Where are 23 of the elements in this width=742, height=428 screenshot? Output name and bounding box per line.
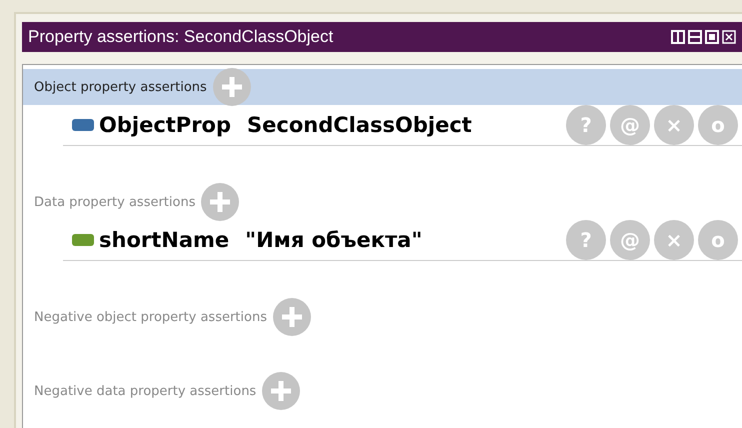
section-header[interactable]: Negative object property assertions — [23, 299, 742, 335]
property-name: ObjectProp — [99, 113, 232, 137]
row-action-button[interactable]: × — [654, 220, 694, 260]
maximize-icon[interactable] — [705, 30, 719, 44]
property-value: "Имя объекта" — [245, 228, 422, 252]
section-label: Negative data property assertions — [34, 384, 256, 398]
section-header[interactable]: Negative data property assertions — [23, 373, 742, 409]
row-action-button[interactable]: ? — [566, 220, 606, 260]
row-action-button[interactable]: × — [654, 105, 694, 145]
section-header[interactable]: Object property assertions — [23, 69, 742, 105]
property-name: shortName — [99, 228, 230, 252]
close-icon[interactable] — [722, 30, 736, 44]
split-vertical-icon[interactable] — [671, 30, 685, 44]
row-action-button[interactable]: @ — [610, 220, 650, 260]
row-action-button[interactable]: ? — [566, 105, 606, 145]
section-label: Data property assertions — [34, 194, 196, 210]
section-header[interactable]: Data property assertions — [23, 184, 742, 220]
section-label: Object property assertions — [34, 80, 207, 94]
split-horizontal-icon[interactable] — [688, 30, 702, 44]
section-label: Negative object property assertions — [34, 310, 267, 324]
property-value: SecondClassObject — [247, 113, 472, 137]
view-title: Property assertions: SecondClassObject — [28, 27, 334, 47]
row-action-button[interactable]: @ — [610, 105, 650, 145]
